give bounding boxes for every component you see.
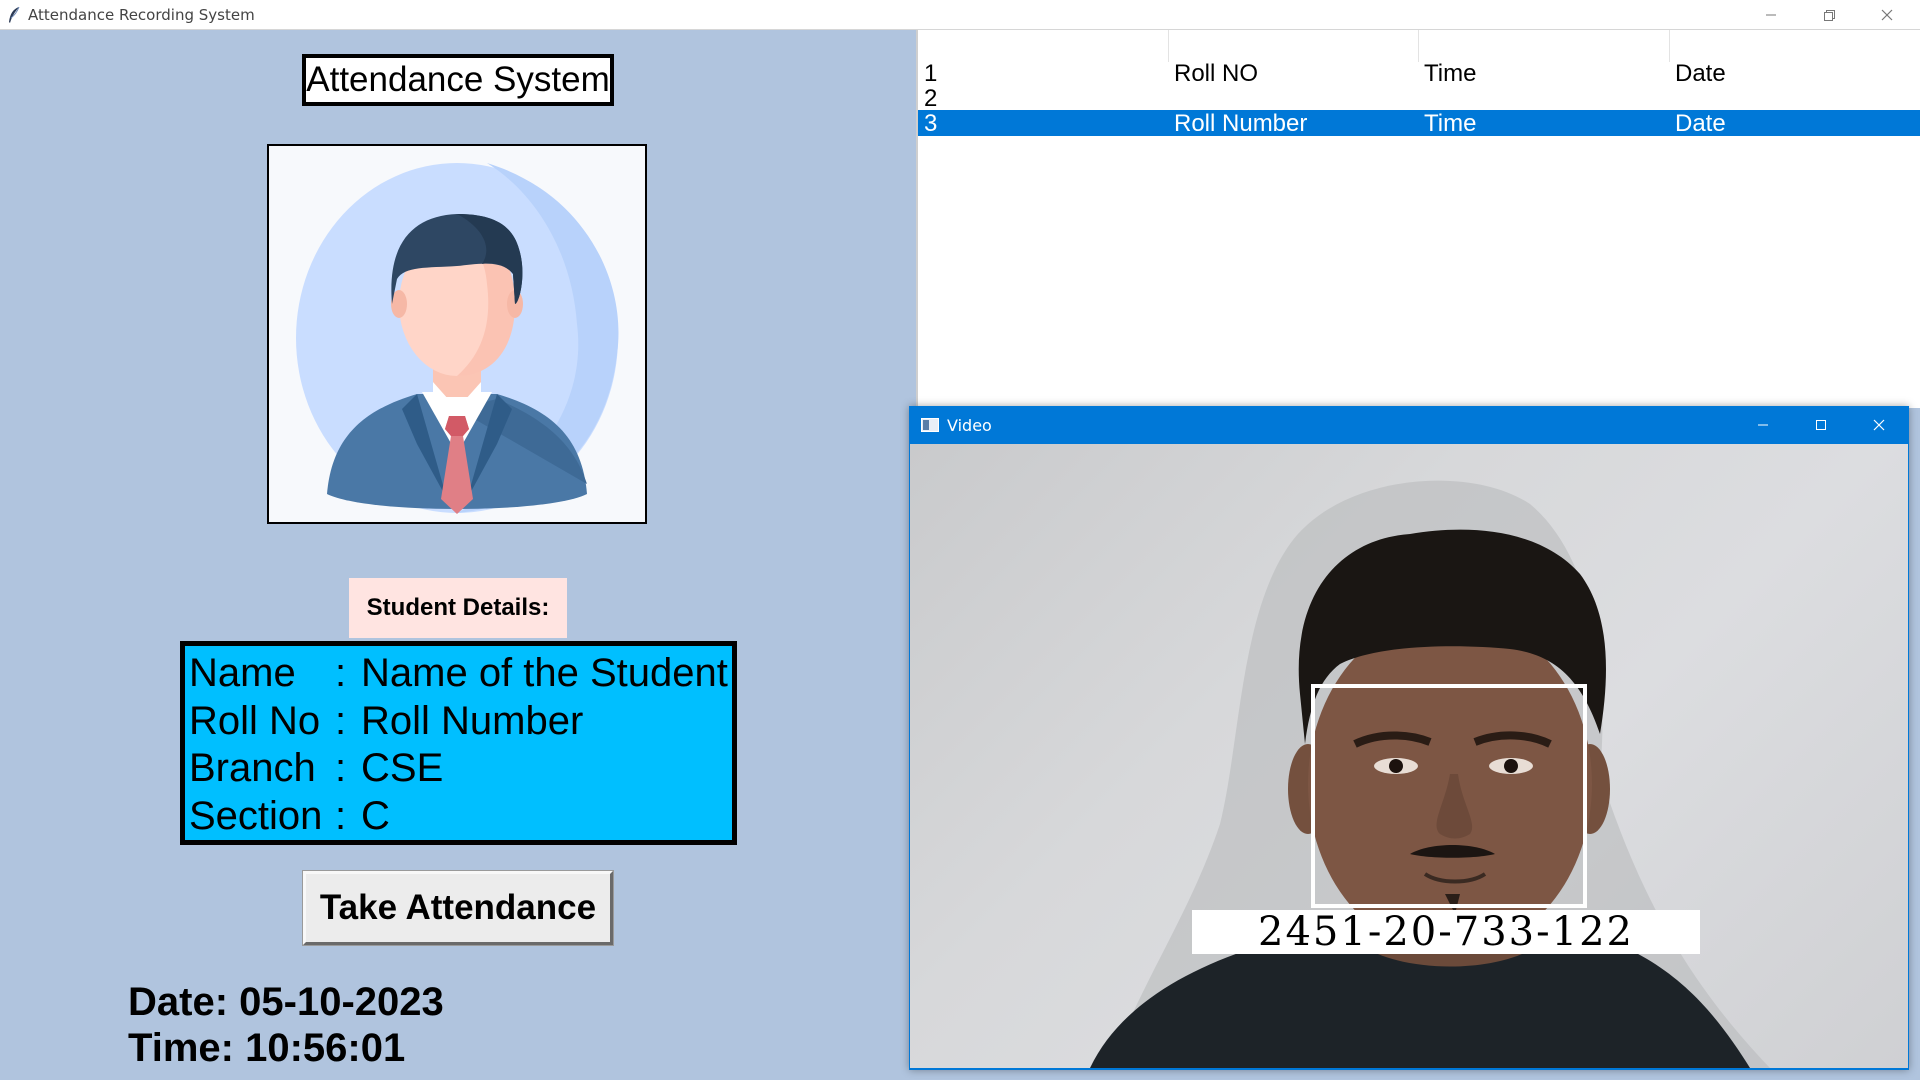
table-row-selected[interactable]: 3 Roll Number Time Date (918, 110, 1920, 137)
table-cell: 3 (924, 110, 938, 137)
window-title: Attendance Recording System (28, 5, 255, 24)
video-window-title: Video (947, 415, 992, 435)
table-cell: Roll Number (1174, 110, 1308, 137)
column-divider (1168, 30, 1169, 62)
detail-key: Roll No (189, 698, 321, 743)
current-time: Time: 10:56:01 (128, 1026, 406, 1070)
detail-key: Branch (189, 746, 316, 790)
detail-row-name: Name : Name of the Student (189, 650, 732, 698)
table-cell: Date (1675, 110, 1726, 137)
video-window-icon (921, 418, 939, 432)
column-divider (1418, 30, 1419, 62)
video-minimize-button[interactable] (1734, 406, 1792, 444)
video-window[interactable]: Video 2451-20-733-122 (909, 406, 1909, 1070)
feather-icon (9, 6, 20, 23)
student-photo (267, 144, 647, 524)
detail-separator: : (335, 651, 347, 695)
detected-roll-label: 2451-20-733-122 (1192, 909, 1700, 955)
avatar (296, 163, 619, 514)
video-maximize-button[interactable] (1792, 406, 1850, 444)
table-cell: Roll NO (1174, 60, 1259, 87)
face-detection-box (1311, 684, 1587, 908)
close-icon (1881, 9, 1893, 20)
maximize-icon (1816, 420, 1826, 430)
student-details-label: Student Details: (349, 578, 567, 638)
restore-icon (1824, 9, 1835, 21)
detail-separator: : (335, 793, 347, 838)
attendance-table[interactable]: 1 Roll NO Time Date 2 3 Roll Number Time… (916, 30, 1920, 408)
table-cell: Time (1424, 60, 1477, 87)
current-date: Date: 05-10-2023 (128, 980, 444, 1024)
detail-separator: : (335, 698, 347, 743)
table-cell: 2 (924, 85, 938, 112)
detail-row-section: Section : C (189, 793, 732, 841)
detail-value: Roll Number (361, 698, 584, 743)
table-cell: 1 (924, 60, 938, 87)
column-divider (1669, 30, 1670, 62)
video-close-button[interactable] (1850, 406, 1908, 444)
table-cell (1424, 85, 1675, 110)
detail-separator: : (335, 746, 347, 790)
minimize-icon (1758, 424, 1768, 426)
table-cell: Date (1675, 60, 1726, 87)
detail-value: CSE (361, 746, 444, 790)
student-details-box: Name : Name of the Student Roll No : Rol… (180, 641, 737, 845)
detail-key: Section (189, 793, 323, 838)
table-cell (1174, 85, 1424, 110)
app-titlebar: Attendance Recording System (0, 0, 1920, 30)
detail-row-branch: Branch : CSE (189, 745, 732, 793)
minimize-icon (1766, 14, 1776, 15)
take-attendance-button[interactable]: Take Attendance (302, 870, 614, 946)
table-row[interactable]: 1 Roll NO Time Date (918, 60, 1920, 87)
detail-row-roll: Roll No : Roll Number (189, 698, 732, 746)
table-row[interactable]: 2 (918, 85, 1920, 112)
camera-feed: 2451-20-733-122 (910, 444, 1908, 1068)
minimize-button[interactable] (1742, 0, 1800, 29)
close-button[interactable] (1858, 0, 1916, 29)
video-titlebar[interactable]: Video (909, 406, 1909, 444)
detail-value: Name of the Student (361, 651, 728, 695)
restore-button[interactable] (1800, 0, 1858, 29)
table-cell (1675, 85, 1920, 110)
page-title: Attendance System (302, 54, 614, 106)
detail-key: Name (189, 651, 296, 695)
detail-value: C (361, 793, 390, 838)
close-icon (1873, 419, 1885, 431)
table-cell: Time (1424, 110, 1477, 137)
